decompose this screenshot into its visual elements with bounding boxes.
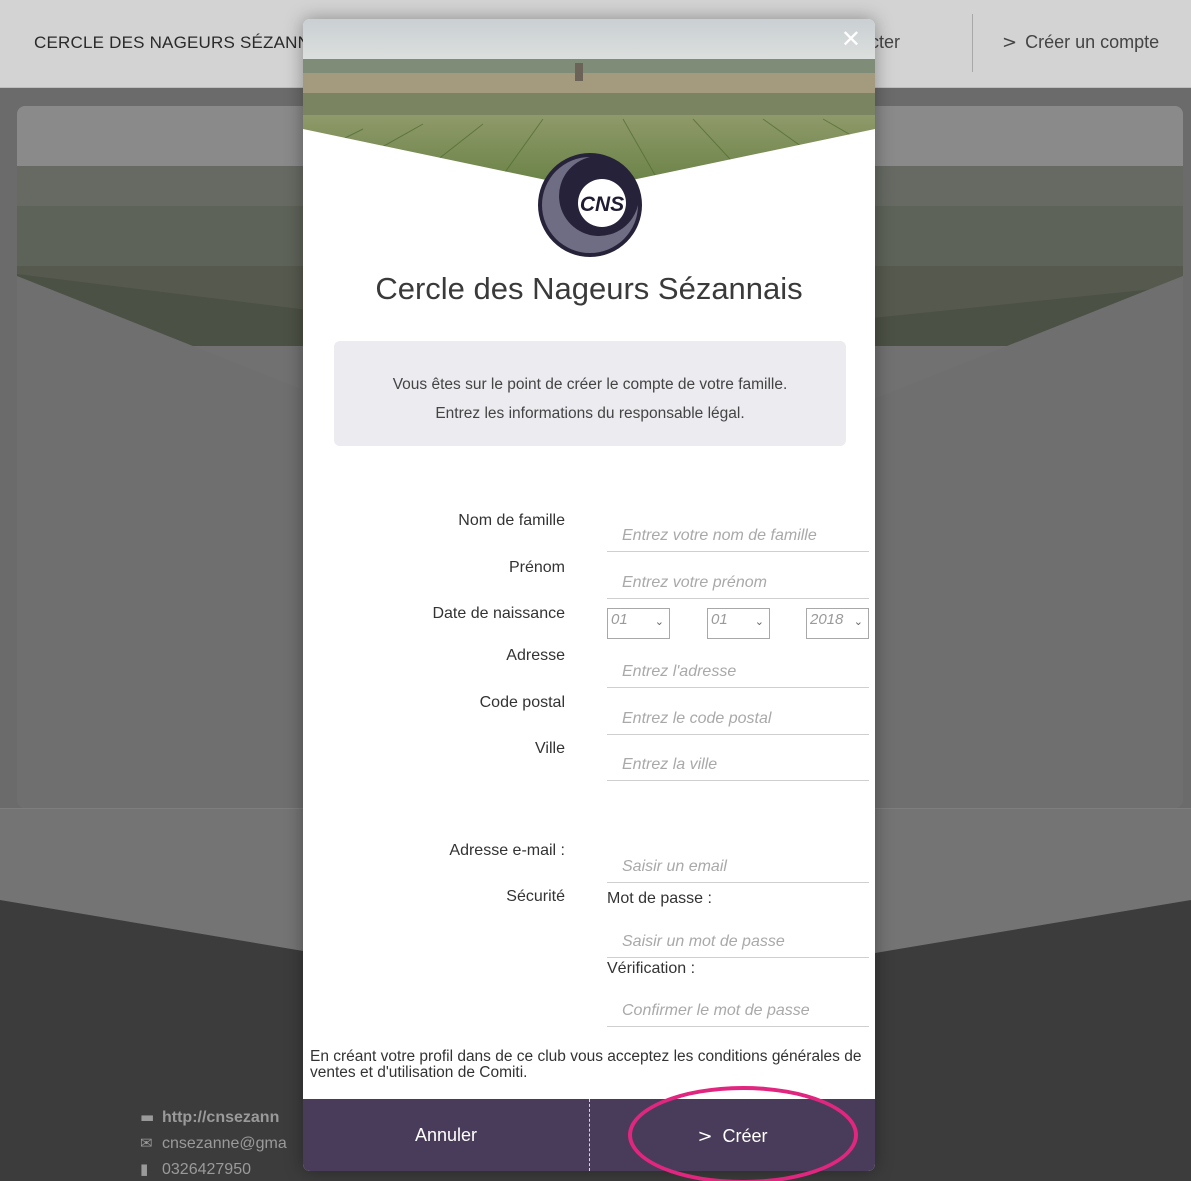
- footer-website[interactable]: ▬ http://cnsezann: [140, 1108, 279, 1127]
- svg-text:CNS: CNS: [580, 193, 624, 216]
- label-mot-de-passe: Mot de passe :: [607, 890, 712, 907]
- label-prenom: Prénom: [508, 559, 565, 576]
- label-nom: Nom de famille: [458, 512, 565, 529]
- password-confirm-input[interactable]: [607, 981, 869, 1027]
- label-date-naissance: Date de naissance: [432, 605, 565, 622]
- info-line-1: Vous êtes sur le point de créer le compt…: [392, 376, 788, 393]
- monitor-icon: ▬: [140, 1108, 155, 1126]
- code-postal-input[interactable]: [607, 689, 869, 735]
- club-title: Cercle des Nageurs Sézannais: [375, 271, 803, 306]
- chevron-right-icon: >: [1002, 32, 1018, 53]
- prenom-input[interactable]: [607, 553, 869, 599]
- terms-text: En créant votre profil dans de ce club v…: [310, 1048, 862, 1081]
- dob-year-select[interactable]: 2018 ⌄: [806, 608, 869, 639]
- info-message: Vous êtes sur le point de créer le compt…: [334, 341, 846, 446]
- dob-month-select[interactable]: 01 ⌄: [707, 608, 770, 639]
- label-securite: Sécurité: [506, 888, 565, 905]
- footer-phone: ▮ 0326427950: [140, 1160, 251, 1178]
- create-button-label: Créer: [722, 1126, 768, 1146]
- ville-input[interactable]: [607, 735, 869, 781]
- site-brand[interactable]: CERCLE DES NAGEURS SÉZANN: [34, 33, 310, 53]
- modal-footer: Annuler > Créer: [303, 1099, 875, 1171]
- footer-email[interactable]: ✉ cnsezanne@gma: [140, 1134, 287, 1153]
- cancel-button[interactable]: Annuler: [303, 1099, 589, 1171]
- adresse-input[interactable]: [607, 642, 869, 688]
- cns-logo: CNS: [538, 153, 642, 257]
- label-verification: Vérification :: [607, 960, 696, 977]
- nav-divider: [972, 14, 973, 72]
- chevron-down-icon: ⌄: [654, 615, 664, 628]
- chevron-right-icon: >: [697, 1126, 713, 1147]
- chevron-down-icon: ⌄: [754, 615, 764, 628]
- create-button[interactable]: > Créer: [590, 1099, 875, 1171]
- info-line-2: Entrez les informations du responsable l…: [435, 405, 745, 422]
- chevron-down-icon: ⌄: [853, 615, 863, 628]
- signup-modal: ✕ CNS Cercle des Nageurs Sézannais Vous …: [303, 19, 875, 1171]
- create-account-label: Créer un compte: [1025, 32, 1160, 52]
- label-ville: Ville: [535, 740, 565, 757]
- label-code-postal: Code postal: [479, 694, 565, 711]
- label-adresse: Adresse: [506, 647, 565, 664]
- nom-input[interactable]: [607, 506, 869, 552]
- password-input[interactable]: [607, 912, 869, 958]
- phone-icon: ▮: [140, 1160, 149, 1178]
- email-input[interactable]: [607, 837, 869, 883]
- create-account-link[interactable]: > Créer un compte: [1002, 32, 1159, 53]
- dob-day-select[interactable]: 01 ⌄: [607, 608, 670, 639]
- label-email: Adresse e-mail :: [449, 842, 565, 859]
- close-icon[interactable]: ✕: [841, 27, 861, 51]
- envelope-icon: ✉: [140, 1134, 153, 1152]
